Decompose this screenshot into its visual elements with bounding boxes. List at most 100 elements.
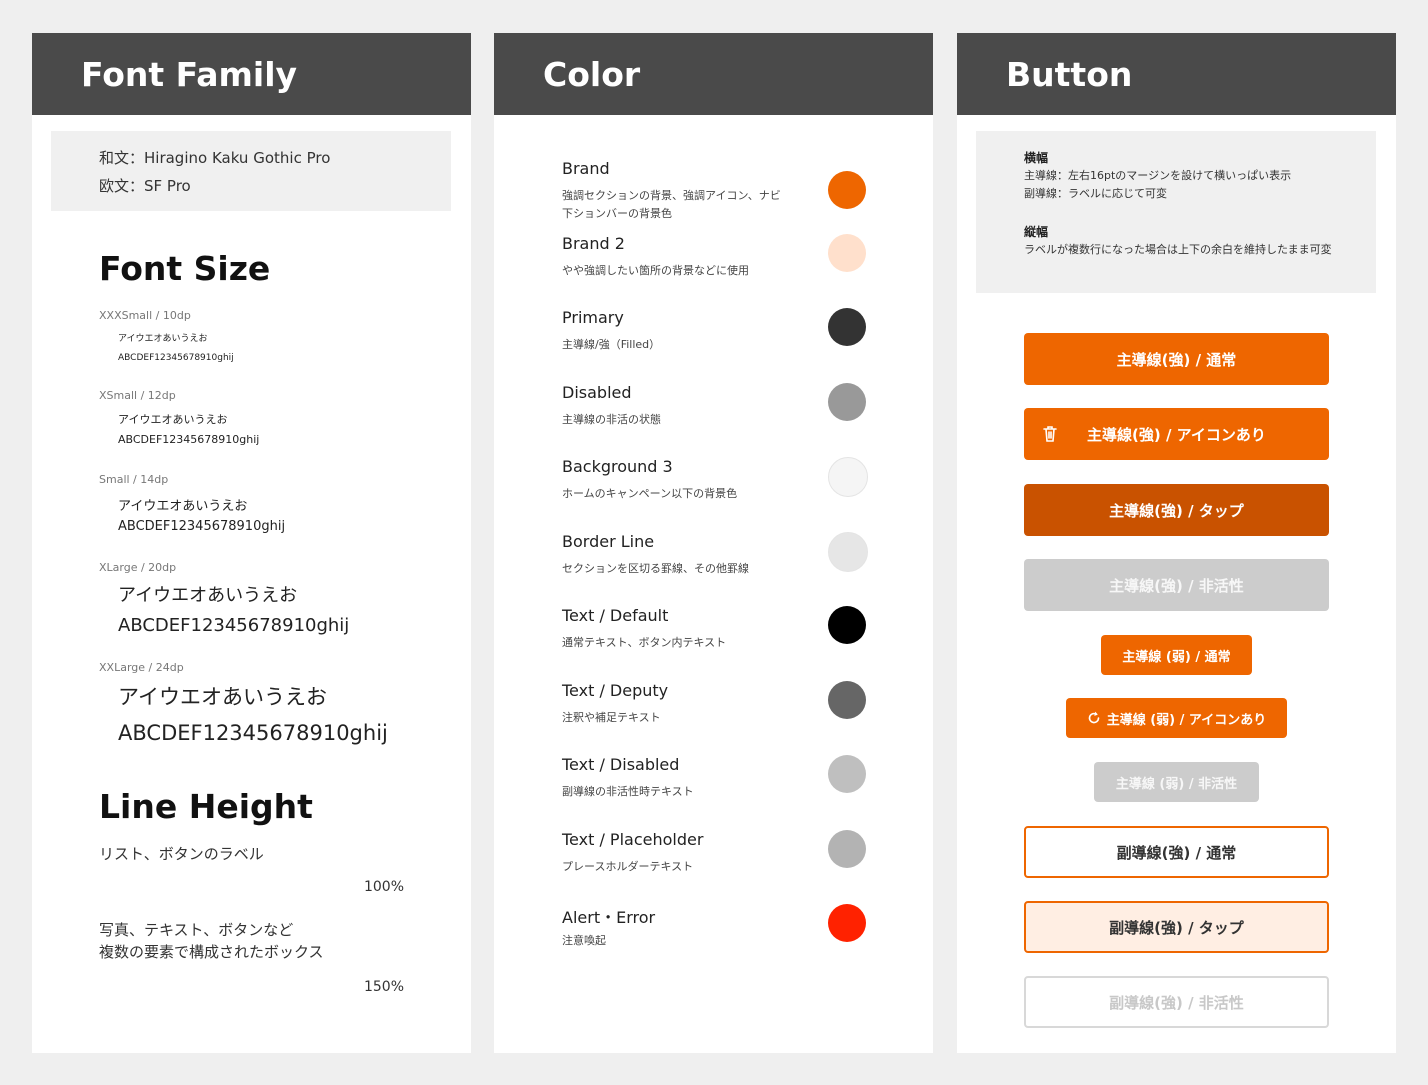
color-description: プレースホルダーテキスト [562, 859, 694, 873]
color-swatch-item: Primary 主導線/強（Filled） [562, 308, 902, 378]
color-swatch-item: Alert・Error 注意喚起 [562, 904, 902, 974]
secondary-normal-button[interactable]: 副導線(強) / 通常 [1024, 826, 1329, 878]
color-name: Brand [562, 159, 610, 178]
height-spec-desc: ラベルが複数行になった場合は上下の余白を維持したまま可変 [1024, 243, 1332, 256]
secondary-disabled-button: 副導線(強) / 非活性 [1024, 976, 1329, 1028]
color-swatch [828, 457, 868, 497]
font-size-label: XXLarge / 24dp [99, 661, 184, 674]
primary-icon-button[interactable]: 主導線(強) / アイコンあり [1024, 408, 1329, 460]
width-spec-line: 主導線：左右16ptのマージンを設けて横いっぱい表示 [1024, 169, 1292, 182]
button-panel: Button 横幅 主導線：左右16ptのマージンを設けて横いっぱい表示 副導線… [957, 33, 1396, 1053]
weak-normal-button[interactable]: 主導線 (弱) / 通常 [1101, 635, 1252, 675]
font-size-sample-kana: アイウエオあいうえお [118, 585, 298, 606]
width-spec-desc: 主導線：左右16ptのマージンを設けて横いっぱい表示 副導線：ラベルに応じて可変 [1024, 167, 1334, 203]
color-description: 副導線の非活性時テキスト [562, 785, 694, 798]
button-spec-box: 横幅 主導線：左右16ptのマージンを設けて横いっぱい表示 副導線：ラベルに応じ… [976, 131, 1376, 293]
color-swatch [828, 680, 866, 719]
color-name: Text / Disabled [562, 755, 680, 774]
color-description: やや強調したい箇所の背景などに使用 [562, 263, 749, 277]
trash-icon [1043, 426, 1057, 442]
color-swatch [828, 233, 866, 272]
width-spec-title: 横幅 [1024, 151, 1049, 165]
color-swatch [828, 171, 866, 209]
font-size-sample-alnum: ABCDEF12345678910ghij [118, 615, 350, 636]
line-height-text-line: 複数の要素で構成されたボックス [99, 943, 324, 961]
font-size-sample-alnum: ABCDEF12345678910ghij [118, 353, 234, 363]
button-label: 主導線(強) / 通常 [1116, 350, 1237, 369]
line-height-text-line: リスト、ボタンのラベル [99, 845, 264, 863]
weak-disabled-button: 主導線 (弱) / 非活性 [1094, 762, 1259, 802]
color-swatch [828, 904, 866, 942]
color-swatch-item: Text / Deputy 注釈や補足テキスト [562, 680, 902, 751]
color-name: Alert・Error [562, 908, 656, 927]
color-description: セクションを区切る罫線、その他罫線 [562, 561, 749, 575]
secondary-tap-button[interactable]: 副導線(強) / タップ [1024, 901, 1329, 953]
color-name: Border Line [562, 531, 655, 551]
line-height-heading: Line Height [99, 787, 313, 826]
primary-tap-button[interactable]: 主導線(強) / タップ [1024, 484, 1329, 536]
color-name: Disabled [562, 382, 632, 402]
japanese-font-label: 和文：Hiragino Kaku Gothic Pro [99, 149, 331, 167]
color-description: 強調セクションの背景、強調アイコン、ナビ下ションバーの背景色 [562, 189, 781, 220]
color-description: 通常テキスト、ボタン内テキスト [562, 636, 727, 649]
font-size-label: XSmall / 12dp [99, 389, 176, 402]
color-swatch-item: Border Line セクションを区切る罫線、その他罫線 [562, 531, 902, 602]
font-size-label: XXXSmall / 10dp [99, 309, 191, 322]
width-spec-line: 副導線：ラベルに応じて可変 [1024, 187, 1167, 200]
color-swatch [828, 755, 866, 793]
color-swatch [828, 531, 868, 572]
color-panel: Color Brand 強調セクションの背景、強調アイコン、ナビ下ションバーの背景… [494, 33, 933, 1053]
color-swatch-item: Text / Disabled 副導線の非活性時テキスト [562, 755, 902, 825]
button-label: 副導線(強) / タップ [1109, 918, 1244, 937]
line-height-text-line: 写真、テキスト、ボタンなど [99, 921, 294, 939]
primary-disabled-button: 主導線(強) / 非活性 [1024, 559, 1329, 611]
button-label: 主導線 (弱) / アイコンあり [1106, 712, 1267, 728]
font-size-label: Small / 14dp [99, 473, 169, 486]
font-size-heading: Font Size [99, 249, 271, 288]
button-label: 主導線 (弱) / 通常 [1122, 649, 1231, 665]
color-swatch-item: Brand 2 やや強調したい箇所の背景などに使用 [562, 233, 902, 304]
color-description: 主導線/強（Filled） [562, 338, 661, 351]
font-size-sample-kana: アイウエオあいうえお [118, 413, 228, 426]
refresh-icon [1088, 711, 1100, 724]
color-swatch-item: Brand 強調セクションの背景、強調アイコン、ナビ下ションバーの背景色 [562, 159, 902, 229]
color-swatch-item: Text / Default 通常テキスト、ボタン内テキスト [562, 606, 902, 676]
color-description: 主導線の非活の状態 [562, 412, 661, 426]
button-label: 主導線 (弱) / 非活性 [1115, 776, 1238, 792]
font-size-label: XLarge / 20dp [99, 561, 177, 574]
font-size-sample-alnum: ABCDEF12345678910ghij [118, 519, 286, 534]
font-family-box: 和文：Hiragino Kaku Gothic Pro 欧文：SF Pro [51, 131, 451, 211]
font-size-sample-alnum: ABCDEF12345678910ghij [118, 433, 260, 446]
height-spec-title: 縦幅 [1024, 225, 1049, 239]
color-swatch [828, 308, 866, 346]
color-name: Text / Placeholder [562, 829, 704, 849]
color-name: Text / Deputy [562, 680, 669, 700]
latin-font-label: 欧文：SF Pro [99, 177, 191, 195]
color-description: 注釈や補足テキスト [562, 710, 661, 724]
color-swatch-item: Disabled 主導線の非活の状態 [562, 382, 902, 453]
color-swatch [828, 382, 866, 421]
color-swatch-item: Background 3 ホームのキャンペーン以下の背景色 [562, 457, 902, 527]
button-header: Button [957, 33, 1396, 115]
line-height-value: 100% [363, 879, 404, 895]
color-header: Color [494, 33, 933, 115]
font-size-sample-kana: アイウエオあいうえお [118, 499, 248, 514]
color-name: Background 3 [562, 457, 673, 476]
line-height-example-text: リスト、ボタンのラベル [99, 843, 264, 865]
color-swatch-item: Text / Placeholder プレースホルダーテキスト [562, 829, 902, 900]
weak-icon-button[interactable]: 主導線 (弱) / アイコンあり [1066, 698, 1287, 738]
font-size-sample-alnum: ABCDEF12345678910ghij [118, 721, 388, 745]
button-label: 主導線(強) / アイコンあり [1087, 425, 1266, 444]
button-label: 主導線(強) / タップ [1109, 501, 1244, 520]
primary-normal-button[interactable]: 主導線(強) / 通常 [1024, 333, 1329, 385]
font-size-sample-kana: アイウエオあいうえお [118, 685, 327, 709]
color-swatch [828, 829, 866, 868]
font-family-header: Font Family [32, 33, 471, 115]
color-name: Primary [562, 308, 624, 327]
font-size-sample-kana: アイウエオあいうえお [118, 334, 208, 344]
line-height-example-text: 写真、テキスト、ボタンなど 複数の要素で構成されたボックス [99, 919, 324, 963]
color-swatch [828, 606, 866, 644]
color-description: ホームのキャンペーン以下の背景色 [562, 487, 738, 500]
font-family-panel: Font Family 和文：Hiragino Kaku Gothic Pro … [32, 33, 471, 1053]
color-name: Brand 2 [562, 233, 625, 253]
